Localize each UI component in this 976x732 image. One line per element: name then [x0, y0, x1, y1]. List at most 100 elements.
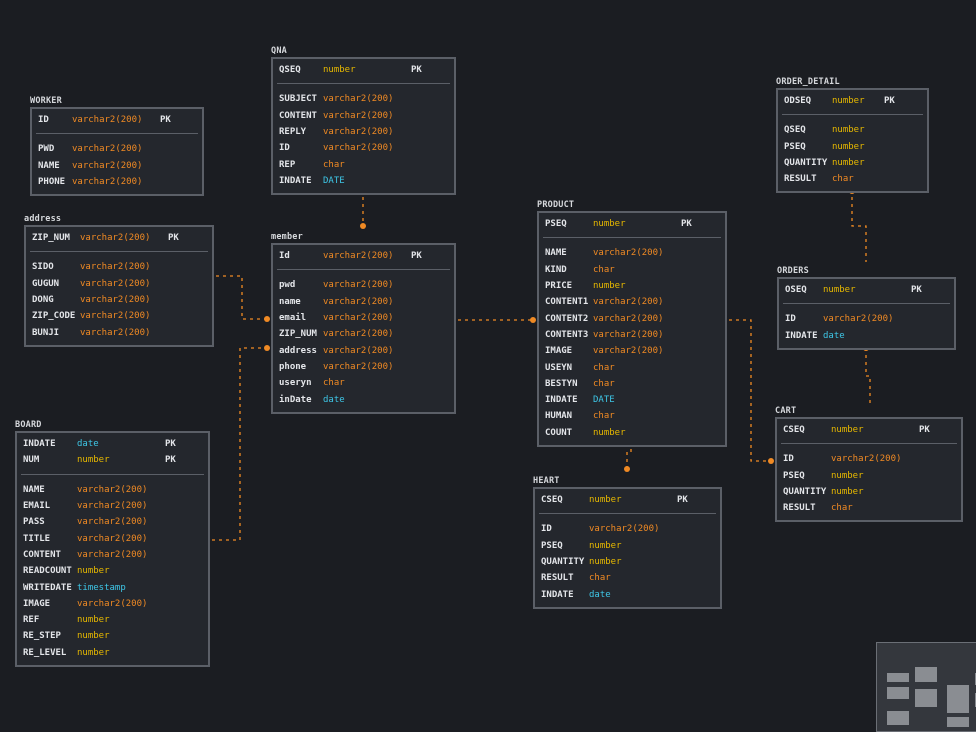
- column-row-phone[interactable]: PHONE varchar2(200): [38, 174, 196, 190]
- column-row-readcount[interactable]: READCOUNT number: [23, 563, 202, 579]
- table-address[interactable]: address ZIP_NUM varchar2(200) PK SIDO varchar…: [24, 213, 214, 347]
- column-row-dong[interactable]: DONG varchar2(200): [32, 292, 206, 308]
- table-heart[interactable]: HEART CSEQ number PK ID varchar2(200) PSEQ numb…: [533, 475, 722, 609]
- key-row-id[interactable]: ID varchar2(200) PK: [38, 112, 196, 128]
- column-row-email[interactable]: email varchar2(200): [279, 310, 448, 326]
- column-row-content[interactable]: CONTENT varchar2(200): [23, 547, 202, 563]
- table-title[interactable]: HEART: [533, 475, 722, 487]
- table-title[interactable]: ORDER_DETAIL: [776, 76, 929, 88]
- column-row-image[interactable]: IMAGE varchar2(200): [23, 596, 202, 612]
- column-row-content[interactable]: CONTENT varchar2(200): [279, 108, 448, 124]
- column-row-pass[interactable]: PASS varchar2(200): [23, 514, 202, 530]
- column-row-id[interactable]: ID varchar2(200): [783, 451, 955, 467]
- table-title[interactable]: ORDERS: [777, 265, 956, 277]
- table-member[interactable]: member Id varchar2(200) PK pwd varchar2(200) n…: [271, 231, 456, 414]
- key-row-pseq[interactable]: PSEQ number PK: [545, 216, 719, 232]
- column-row-pseq[interactable]: PSEQ number: [541, 538, 714, 554]
- column-row-name[interactable]: NAME varchar2(200): [545, 245, 719, 261]
- column-row-bunji[interactable]: BUNJI varchar2(200): [32, 324, 206, 340]
- column-row-image[interactable]: IMAGE varchar2(200): [545, 343, 719, 359]
- column-row-id[interactable]: ID varchar2(200): [541, 521, 714, 537]
- column-row-qseq[interactable]: QSEQ number: [784, 122, 921, 138]
- column-row-indate[interactable]: INDATE date: [785, 328, 948, 344]
- column-row-name[interactable]: name varchar2(200): [279, 294, 448, 310]
- column-row-result[interactable]: RESULT char: [541, 570, 714, 586]
- column-row-indate[interactable]: inDate date: [279, 391, 448, 407]
- column-row-writedate[interactable]: WRITEDATE timestamp: [23, 579, 202, 595]
- table-title[interactable]: PRODUCT: [537, 199, 727, 211]
- table-product[interactable]: PRODUCT PSEQ number PK NAME varchar2(200) KIND…: [537, 199, 727, 447]
- column-row-pwd[interactable]: pwd varchar2(200): [279, 277, 448, 293]
- table-title[interactable]: BOARD: [15, 419, 210, 431]
- column-row-pseq[interactable]: PSEQ number: [784, 139, 921, 155]
- column-row-sido[interactable]: SIDO varchar2(200): [32, 259, 206, 275]
- column-row-useryn[interactable]: useryn char: [279, 375, 448, 391]
- table-title[interactable]: address: [24, 213, 214, 225]
- column-row-email[interactable]: EMAIL varchar2(200): [23, 498, 202, 514]
- minimap[interactable]: [876, 642, 976, 732]
- column-row-kind[interactable]: KIND char: [545, 262, 719, 278]
- key-row-odseq[interactable]: ODSEQ number PK: [784, 93, 921, 109]
- column-row-id[interactable]: ID varchar2(200): [785, 311, 948, 327]
- column-row-pseq[interactable]: PSEQ number: [783, 468, 955, 484]
- table-cart[interactable]: CART CSEQ number PK ID varchar2(200) PSEQ numbe…: [775, 405, 963, 523]
- column-row-re-step[interactable]: RE_STEP number: [23, 628, 202, 644]
- column-row-rep[interactable]: REP char: [279, 156, 448, 172]
- connector-endpoint[interactable]: [264, 345, 270, 351]
- column-row-human[interactable]: HUMAN char: [545, 408, 719, 424]
- key-row-id[interactable]: Id varchar2(200) PK: [279, 248, 448, 264]
- connector-endpoint[interactable]: [768, 458, 774, 464]
- column-row-content2[interactable]: CONTENT2 varchar2(200): [545, 310, 719, 326]
- column-row-subject[interactable]: SUBJECT varchar2(200): [279, 91, 448, 107]
- key-row-zip-num[interactable]: ZIP_NUM varchar2(200) PK: [32, 230, 206, 246]
- key-row-cseq[interactable]: CSEQ number PK: [783, 422, 955, 438]
- connector-endpoint[interactable]: [264, 316, 270, 322]
- column-row-reply[interactable]: REPLY varchar2(200): [279, 124, 448, 140]
- connector-endpoint[interactable]: [624, 466, 630, 472]
- column-row-id[interactable]: ID varchar2(200): [279, 140, 448, 156]
- column-row-indate[interactable]: INDATE date: [541, 586, 714, 602]
- table-board[interactable]: BOARD INDATE date PK NUM number PK NAME varchar2…: [15, 419, 210, 667]
- diagram-canvas[interactable]: QNA QSEQ number PK SUBJECT varchar2(200) CONTE…: [0, 0, 976, 732]
- key-row-num[interactable]: NUM number PK: [23, 452, 202, 468]
- column-row-useyn[interactable]: USEYN char: [545, 359, 719, 375]
- column-row-price[interactable]: PRICE number: [545, 278, 719, 294]
- key-row-indate[interactable]: INDATE date PK: [23, 436, 202, 452]
- column-row-quantity[interactable]: QUANTITY number: [541, 554, 714, 570]
- column-row-bestyn[interactable]: BESTYN char: [545, 376, 719, 392]
- column-row-address[interactable]: address varchar2(200): [279, 342, 448, 358]
- column-row-content1[interactable]: CONTENT1 varchar2(200): [545, 294, 719, 310]
- column-row-title[interactable]: TITLE varchar2(200): [23, 530, 202, 546]
- column-row-re-level[interactable]: RE_LEVEL number: [23, 645, 202, 661]
- key-row-qseq[interactable]: QSEQ number PK: [279, 62, 448, 78]
- column-row-name[interactable]: NAME varchar2(200): [23, 482, 202, 498]
- column-row-pwd[interactable]: PWD varchar2(200): [38, 141, 196, 157]
- table-title[interactable]: QNA: [271, 45, 456, 57]
- orders-cart-link[interactable]: [865, 348, 871, 403]
- column-row-name[interactable]: NAME varchar2(200): [38, 158, 196, 174]
- column-row-gugun[interactable]: GUGUN varchar2(200): [32, 276, 206, 292]
- column-row-phone[interactable]: phone varchar2(200): [279, 359, 448, 375]
- table-worker[interactable]: WORKER ID varchar2(200) PK PWD varchar2(200) N…: [30, 95, 204, 197]
- connector-endpoint[interactable]: [360, 223, 366, 229]
- column-row-indate[interactable]: INDATE DATE: [279, 173, 448, 189]
- column-row-indate[interactable]: INDATE DATE: [545, 392, 719, 408]
- column-row-zip-code[interactable]: ZIP_CODE varchar2(200): [32, 308, 206, 324]
- board-member-link[interactable]: [212, 347, 267, 541]
- column-row-count[interactable]: COUNT number: [545, 425, 719, 441]
- table-orders[interactable]: ORDERS OSEQ number PK ID varchar2(200) INDATE d…: [777, 265, 956, 350]
- column-row-quantity[interactable]: QUANTITY number: [784, 155, 921, 171]
- column-row-result[interactable]: RESULT char: [783, 500, 955, 516]
- table-title[interactable]: CART: [775, 405, 963, 417]
- column-row-result[interactable]: RESULT char: [784, 171, 921, 187]
- address-member-link[interactable]: [216, 275, 267, 320]
- product-cart-link[interactable]: [729, 319, 771, 462]
- connector-endpoint[interactable]: [530, 317, 536, 323]
- column-row-content3[interactable]: CONTENT3 varchar2(200): [545, 327, 719, 343]
- table-title[interactable]: member: [271, 231, 456, 243]
- table-order-detail[interactable]: ORDER_DETAIL ODSEQ number PK QSEQ number PSEQ n…: [776, 76, 929, 194]
- key-row-oseq[interactable]: OSEQ number PK: [785, 282, 948, 298]
- column-row-quantity[interactable]: QUANTITY number: [783, 484, 955, 500]
- column-row-ref[interactable]: REF number: [23, 612, 202, 628]
- order-detail-orders-link[interactable]: [851, 190, 867, 262]
